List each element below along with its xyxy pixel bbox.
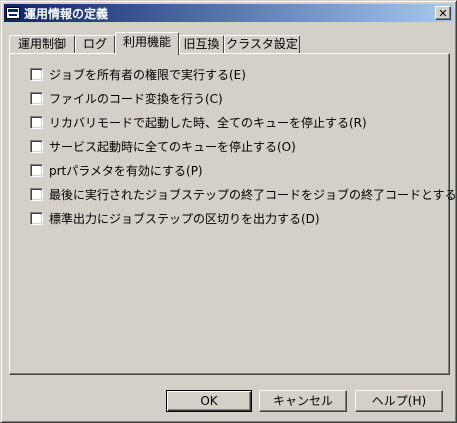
- option-prt-parameter[interactable]: prtパラメタを有効にする(P): [30, 162, 203, 178]
- close-button[interactable]: ✕: [435, 6, 451, 20]
- checkbox[interactable]: [30, 187, 43, 201]
- option-last-step-exit-code[interactable]: 最後に実行されたジョブステップの終了コードをジョブの終了コードとする(X): [30, 186, 457, 202]
- option-code-conversion[interactable]: ファイルのコード変換を行う(C): [30, 90, 223, 106]
- option-recovery-stop-queues[interactable]: リカバリモードで起動した時、全てのキューを停止する(R): [30, 114, 367, 130]
- checkbox[interactable]: [30, 91, 43, 105]
- tab-panel: ジョブを所有者の権限で実行する(E) ファイルのコード変換を行う(C) リカバリ…: [9, 53, 457, 375]
- checkbox[interactable]: [30, 67, 43, 81]
- option-run-as-owner[interactable]: ジョブを所有者の権限で実行する(E): [30, 66, 246, 82]
- option-label: サービス起動時に全てのキューを停止する(O): [49, 139, 296, 154]
- window-title: 運用情報の定義: [24, 6, 109, 21]
- tab-log[interactable]: ログ: [75, 35, 115, 54]
- option-label: 最後に実行されたジョブステップの終了コードをジョブの終了コードとする(X): [49, 187, 457, 202]
- ok-button[interactable]: OK: [166, 390, 252, 412]
- dialog-window: 運用情報の定義 ✕ 運用制御 ログ 利用機能 旧互換 クラスタ設定 ジョブを所有…: [0, 0, 457, 423]
- option-step-separator[interactable]: 標準出力にジョブステップの区切りを出力する(D): [30, 210, 320, 226]
- help-button[interactable]: ヘルプ(H): [355, 390, 443, 412]
- checkbox[interactable]: [30, 211, 43, 225]
- option-label: prtパラメタを有効にする(P): [49, 163, 203, 178]
- cancel-button[interactable]: キャンセル: [259, 390, 347, 412]
- tab-cluster-settings[interactable]: クラスタ設定: [224, 35, 300, 54]
- checkbox[interactable]: [30, 139, 43, 153]
- option-label: ジョブを所有者の権限で実行する(E): [49, 67, 246, 82]
- option-label: 標準出力にジョブステップの区切りを出力する(D): [49, 211, 320, 226]
- option-label: リカバリモードで起動した時、全てのキューを停止する(R): [49, 115, 367, 130]
- title-bar[interactable]: 運用情報の定義 ✕: [4, 4, 453, 22]
- option-label: ファイルのコード変換を行う(C): [49, 91, 223, 106]
- tab-operation-control[interactable]: 運用制御: [9, 35, 75, 54]
- tab-features[interactable]: 利用機能: [115, 32, 179, 55]
- checkbox[interactable]: [30, 163, 43, 177]
- option-startup-stop-queues[interactable]: サービス起動時に全てのキューを停止する(O): [30, 138, 296, 154]
- checkbox[interactable]: [30, 115, 43, 129]
- tab-legacy-compat[interactable]: 旧互換: [179, 35, 224, 54]
- app-icon: [6, 7, 20, 19]
